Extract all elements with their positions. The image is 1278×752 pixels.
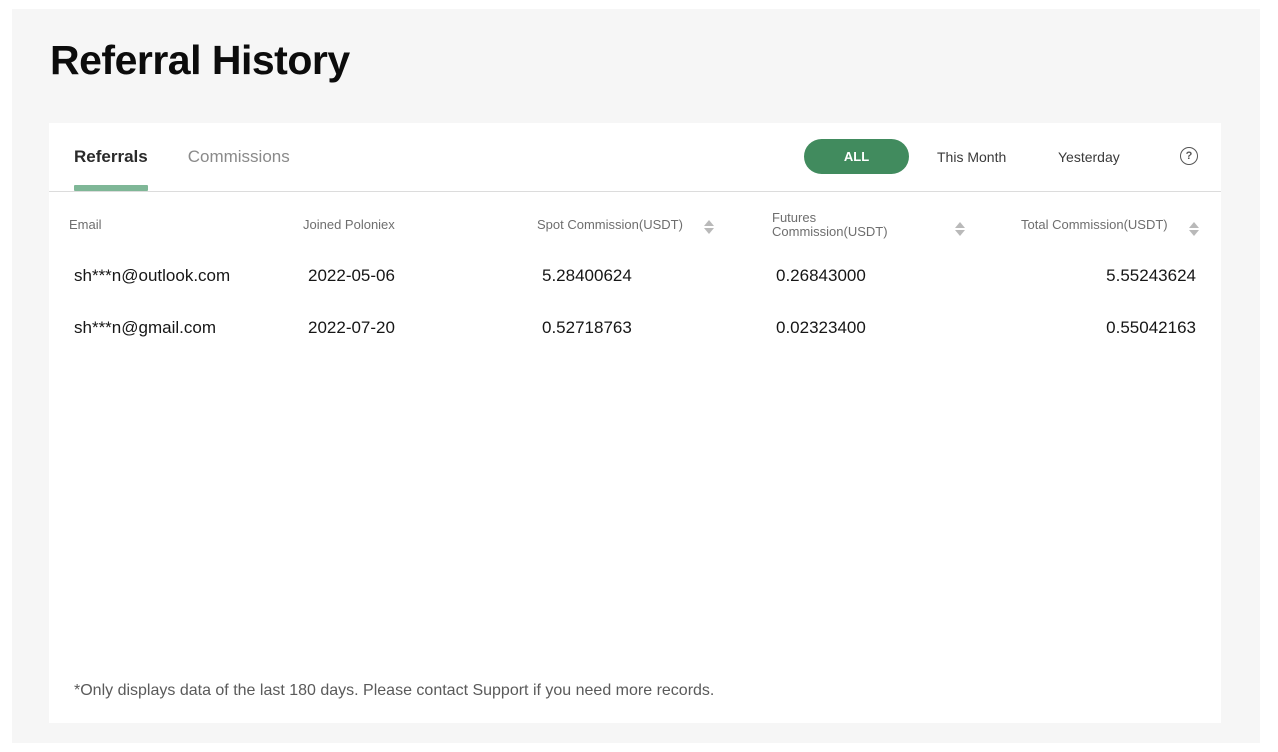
page-container: Referral History Referrals Commissions A…: [12, 9, 1260, 743]
sort-futures-icon[interactable]: [955, 220, 965, 238]
cell-joined: 2022-07-20: [308, 318, 395, 337]
cell-joined: 2022-05-06: [308, 266, 395, 285]
tabs-divider: [49, 191, 1221, 192]
filter-yesterday-button[interactable]: Yesterday: [1058, 139, 1120, 174]
tab-referrals[interactable]: Referrals: [74, 123, 148, 191]
cell-spot: 0.52718763: [542, 318, 632, 337]
sort-spot-icon[interactable]: [704, 218, 714, 236]
cell-futures: 0.26843000: [776, 266, 866, 285]
sort-total-icon[interactable]: [1189, 220, 1199, 238]
tab-commissions[interactable]: Commissions: [188, 123, 290, 191]
footnote: *Only displays data of the last 180 days…: [74, 682, 715, 699]
header-total-commission: Total Commission(USDT): [1021, 217, 1168, 232]
filter-all-button[interactable]: ALL: [804, 139, 909, 174]
header-joined: Joined Poloniex: [303, 217, 395, 232]
tab-referrals-label: Referrals: [74, 147, 148, 166]
tab-commissions-label: Commissions: [187, 147, 290, 166]
header-futures-line2: Commission(USDT): [772, 224, 888, 239]
header-spot-commission: Spot Commission(USDT): [537, 217, 683, 232]
header-email: Email: [69, 217, 102, 232]
cell-total: 0.55042163: [1106, 318, 1196, 337]
question-circle-icon[interactable]: ?: [1180, 147, 1198, 165]
referral-card: Referrals Commissions ALL This Month Yes…: [49, 123, 1221, 723]
header-futures-line1: Futures: [772, 210, 817, 225]
cell-email: sh***n@gmail.com: [74, 318, 216, 337]
cell-total: 5.55243624: [1106, 266, 1196, 285]
tab-bar: Referrals Commissions: [74, 123, 330, 191]
page-title: Referral History: [50, 37, 350, 83]
header-futures-commission: Futures Commission(USDT): [772, 211, 888, 239]
filter-this-month-button[interactable]: This Month: [937, 139, 1006, 174]
cell-spot: 5.28400624: [542, 266, 632, 285]
cell-email: sh***n@outlook.com: [74, 266, 231, 285]
cell-futures: 0.02323400: [776, 318, 866, 337]
